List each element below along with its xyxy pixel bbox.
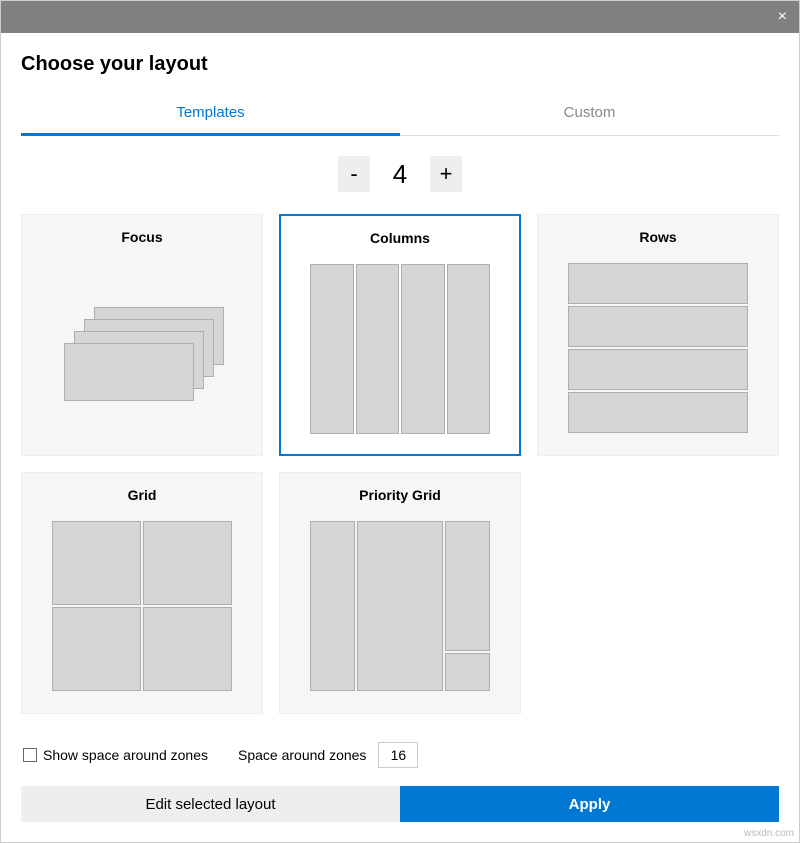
layout-focus[interactable]: Focus [21, 214, 263, 456]
space-value-input[interactable] [378, 742, 418, 768]
layout-rows[interactable]: Rows [537, 214, 779, 456]
page-title: Choose your layout [21, 53, 779, 76]
decrement-button[interactable]: - [338, 156, 370, 192]
tab-templates[interactable]: Templates [21, 94, 400, 136]
layout-label: Focus [121, 229, 162, 245]
tab-custom[interactable]: Custom [400, 94, 779, 135]
layout-label: Grid [128, 487, 157, 503]
show-space-checkbox[interactable]: Show space around zones [23, 747, 208, 763]
watermark: wsxdn.com [744, 828, 794, 839]
space-around-setting: Space around zones [238, 742, 418, 768]
tab-strip: Templates Custom [21, 94, 779, 136]
layout-priority-grid[interactable]: Priority Grid [279, 472, 521, 714]
layout-dialog: × Choose your layout Templates Custom - … [0, 0, 800, 843]
priority-grid-preview [310, 521, 490, 691]
close-icon[interactable]: × [778, 8, 787, 26]
layout-label: Columns [370, 230, 430, 246]
show-space-label: Show space around zones [43, 747, 208, 763]
layout-label: Priority Grid [359, 487, 441, 503]
zone-count-value: 4 [388, 159, 412, 190]
layout-columns[interactable]: Columns [279, 214, 521, 456]
layout-grid-card[interactable]: Grid [21, 472, 263, 714]
checkbox-icon [23, 748, 37, 762]
zone-counter: - 4 + [21, 156, 779, 192]
space-label: Space around zones [238, 747, 366, 763]
focus-preview [52, 263, 232, 433]
options-row: Show space around zones Space around zon… [21, 742, 779, 768]
layout-grid: Focus Columns Rows [21, 214, 779, 714]
edit-layout-button[interactable]: Edit selected layout [21, 786, 400, 822]
rows-preview [568, 263, 748, 433]
grid-preview [52, 521, 232, 691]
action-buttons: Edit selected layout Apply [21, 786, 779, 822]
titlebar: × [1, 1, 799, 33]
layout-label: Rows [639, 229, 676, 245]
columns-preview [310, 264, 490, 434]
increment-button[interactable]: + [430, 156, 462, 192]
apply-button[interactable]: Apply [400, 786, 779, 822]
